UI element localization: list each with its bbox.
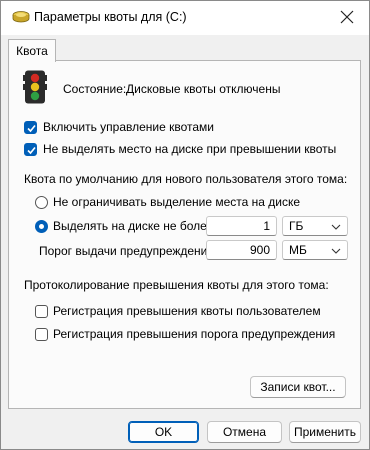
logging-heading: Протоколирование превышения квоты для эт… — [24, 278, 329, 292]
ok-button[interactable]: OK — [128, 421, 199, 443]
status-label: Состояние: — [63, 82, 127, 96]
warning-unit-select[interactable]: МБ — [282, 240, 348, 260]
deny-space-label[interactable]: Не выделять место на диске при превышени… — [43, 142, 336, 156]
limit-disk-radio[interactable] — [35, 220, 48, 233]
limit-unit-select[interactable]: ГБ — [282, 216, 348, 236]
traffic-light-icon — [23, 70, 47, 109]
log-warning-checkbox[interactable] — [35, 328, 48, 341]
log-warning-label[interactable]: Регистрация превышения порога предупрежд… — [53, 327, 335, 341]
limit-value-input[interactable]: 1 — [206, 216, 277, 236]
close-icon — [340, 10, 354, 24]
close-button[interactable] — [333, 3, 361, 31]
drive-icon — [12, 10, 30, 24]
chevron-down-icon — [331, 224, 341, 230]
cancel-button[interactable]: Отмена — [207, 421, 282, 443]
no-limit-label[interactable]: Не ограничивать выделение места на диске — [53, 195, 300, 209]
tab-quota[interactable]: Квота — [8, 39, 56, 62]
deny-space-checkbox[interactable] — [24, 143, 37, 156]
limit-unit-value: ГБ — [289, 219, 304, 233]
default-quota-heading: Квота по умолчанию для нового пользовате… — [24, 172, 348, 186]
status-value: Дисковые квоты отключены — [126, 82, 281, 96]
apply-button[interactable]: Применить — [289, 421, 361, 443]
quota-entries-button[interactable]: Записи квот... — [250, 376, 346, 398]
checkmark-icon — [27, 146, 36, 155]
no-limit-radio[interactable] — [35, 196, 48, 209]
limit-disk-label[interactable]: Выделять на диске не более — [53, 219, 214, 233]
checkmark-icon — [27, 124, 36, 133]
window-title: Параметры квоты для (C:) — [34, 10, 187, 24]
warning-value-input[interactable]: 900 — [206, 240, 277, 260]
warning-unit-value: МБ — [289, 243, 307, 257]
chevron-down-icon — [331, 248, 341, 254]
log-quota-label[interactable]: Регистрация превышения квоты пользовател… — [53, 304, 321, 318]
enable-quota-checkbox[interactable] — [24, 121, 37, 134]
title-bar: Параметры квоты для (C:) — [1, 1, 369, 35]
quota-settings-window: Параметры квоты для (C:) Квота Состояние… — [0, 0, 370, 450]
enable-quota-label[interactable]: Включить управление квотами — [43, 120, 214, 134]
warning-label: Порог выдачи предупреждений — [39, 244, 215, 258]
log-quota-checkbox[interactable] — [35, 305, 48, 318]
